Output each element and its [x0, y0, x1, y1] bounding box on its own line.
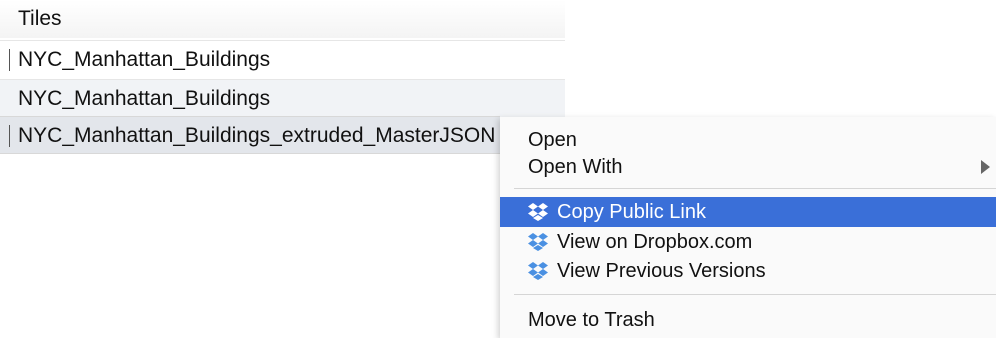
menu-item-open-with[interactable]: Open With	[500, 152, 996, 182]
file-row-nyc-manhattan-buildings-1[interactable]: NYC_Manhattan_Buildings	[0, 40, 565, 78]
file-name: NYC_Manhattan_Buildings_extruded_MasterJ…	[18, 124, 496, 147]
row-edge-bar	[9, 49, 10, 71]
menu-item-label: Move to Trash	[528, 309, 655, 331]
dropbox-icon	[528, 262, 548, 280]
menu-item-open[interactable]: Open	[500, 125, 996, 155]
file-name: NYC_Manhattan_Buildings	[18, 48, 271, 71]
menu-item-label: View on Dropbox.com	[557, 231, 753, 253]
menu-item-label: Copy Public Link	[557, 201, 706, 223]
file-name: NYC_Manhattan_Buildings	[18, 87, 271, 110]
menu-item-label: Open	[528, 129, 577, 151]
column-header-tiles[interactable]: Tiles	[0, 0, 565, 38]
row-edge-bar	[9, 125, 10, 147]
menu-separator	[514, 188, 996, 189]
menu-item-label: Open With	[528, 156, 623, 178]
dropbox-icon	[528, 203, 548, 221]
submenu-arrow-icon	[981, 160, 990, 174]
menu-item-view-previous-versions[interactable]: View Previous Versions	[500, 256, 996, 286]
menu-separator	[514, 294, 996, 295]
file-list: Tiles NYC_Manhattan_Buildings NYC_Manhat…	[0, 0, 565, 155]
menu-item-move-to-trash[interactable]: Move to Trash	[500, 305, 996, 335]
context-menu: Open Open With Copy Public Link View on …	[500, 117, 996, 338]
menu-item-label: View Previous Versions	[557, 260, 766, 282]
menu-item-view-on-dropbox[interactable]: View on Dropbox.com	[500, 227, 996, 257]
dropbox-icon	[528, 233, 548, 251]
file-row-nyc-manhattan-buildings-2[interactable]: NYC_Manhattan_Buildings	[0, 79, 565, 117]
menu-item-copy-public-link[interactable]: Copy Public Link	[500, 197, 996, 227]
file-row-nyc-manhattan-buildings-extruded[interactable]: NYC_Manhattan_Buildings_extruded_MasterJ…	[0, 116, 500, 154]
